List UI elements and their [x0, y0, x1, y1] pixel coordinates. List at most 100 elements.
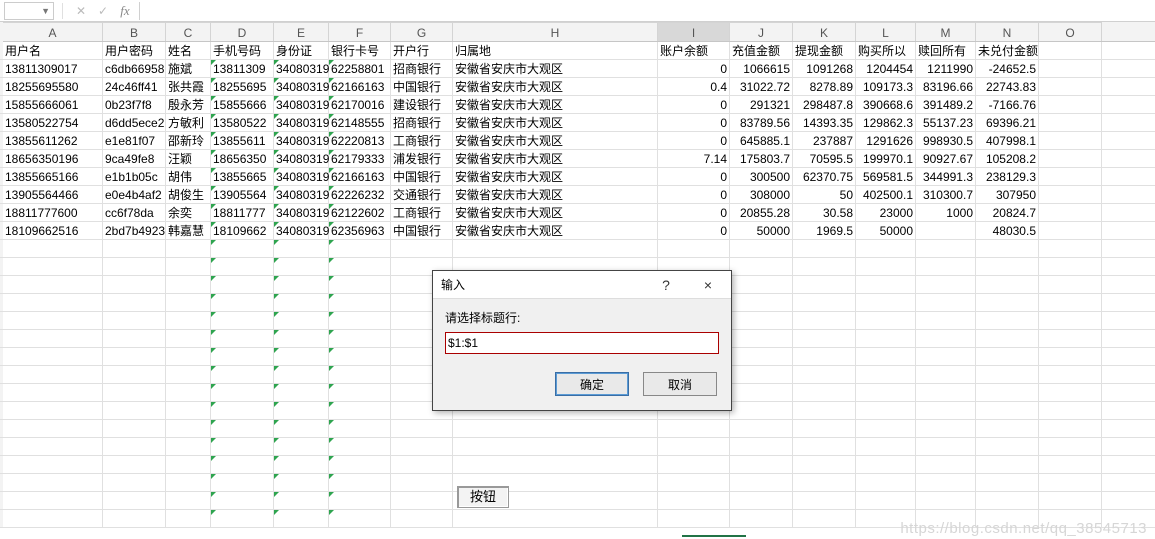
cell-M[interactable] [916, 474, 976, 492]
cell-F[interactable] [329, 366, 391, 384]
cell-I[interactable]: 7.14 [658, 150, 730, 168]
cell-N[interactable] [976, 276, 1039, 294]
cell-N[interactable]: 238129.3 [976, 168, 1039, 186]
cell-N[interactable] [976, 366, 1039, 384]
cell-E[interactable]: 34080319 [274, 204, 329, 222]
cell-I[interactable] [658, 456, 730, 474]
cell-K[interactable] [793, 258, 856, 276]
cell-G[interactable]: 招商银行 [391, 114, 453, 132]
cell-A[interactable] [3, 420, 103, 438]
cell-B[interactable] [103, 420, 166, 438]
cell-C[interactable] [166, 456, 211, 474]
cell-C[interactable]: 施斌 [166, 60, 211, 78]
cell-B[interactable]: 2bd7b4923 [103, 222, 166, 240]
cell-J[interactable] [730, 276, 793, 294]
cell-M[interactable] [916, 258, 976, 276]
header-cell-K[interactable]: 提现金额 [793, 42, 856, 60]
cell-A[interactable] [3, 474, 103, 492]
column-header-D[interactable]: D [211, 22, 274, 41]
cell-L[interactable] [856, 510, 916, 528]
cell-O[interactable] [1039, 312, 1102, 330]
header-cell-E[interactable]: 身份证 [274, 42, 329, 60]
cell-M[interactable] [916, 420, 976, 438]
cell-I[interactable]: 0 [658, 60, 730, 78]
cell-O[interactable] [1039, 348, 1102, 366]
cell-F[interactable] [329, 420, 391, 438]
cell-O[interactable] [1039, 132, 1102, 150]
cell-A[interactable] [3, 402, 103, 420]
cell-O[interactable] [1039, 492, 1102, 510]
cell-L[interactable]: 109173.3 [856, 78, 916, 96]
cell-J[interactable]: 291321 [730, 96, 793, 114]
cell-K[interactable] [793, 402, 856, 420]
cell-E[interactable] [274, 492, 329, 510]
cell-A[interactable]: 18656350196 [3, 150, 103, 168]
cell-A[interactable] [3, 294, 103, 312]
cell-O[interactable] [1039, 366, 1102, 384]
cell-O[interactable] [1039, 222, 1102, 240]
cell-E[interactable] [274, 312, 329, 330]
cell-B[interactable]: e1e81f07 [103, 132, 166, 150]
cell-O[interactable] [1039, 240, 1102, 258]
cell-O[interactable] [1039, 420, 1102, 438]
cell-M[interactable]: 90927.67 [916, 150, 976, 168]
cell-N[interactable] [976, 240, 1039, 258]
cell-H[interactable]: 安徽省安庆市大观区 [453, 60, 658, 78]
cancel-button[interactable]: 取消 [643, 372, 717, 396]
cell-L[interactable] [856, 348, 916, 366]
cell-L[interactable]: 129862.3 [856, 114, 916, 132]
help-icon[interactable]: ? [645, 272, 687, 298]
cell-B[interactable] [103, 384, 166, 402]
column-header-F[interactable]: F [329, 22, 391, 41]
cell-A[interactable] [3, 240, 103, 258]
cell-D[interactable] [211, 402, 274, 420]
cell-L[interactable] [856, 384, 916, 402]
cell-N[interactable] [976, 510, 1039, 528]
cell-F[interactable] [329, 492, 391, 510]
column-header-A[interactable]: A [3, 22, 103, 41]
cell-C[interactable] [166, 348, 211, 366]
cell-M[interactable] [916, 330, 976, 348]
cell-D[interactable] [211, 312, 274, 330]
column-header-I[interactable]: I [658, 22, 730, 41]
cell-E[interactable]: 34080319 [274, 150, 329, 168]
cell-L[interactable] [856, 294, 916, 312]
cell-N[interactable] [976, 420, 1039, 438]
cell-L[interactable]: 1291626 [856, 132, 916, 150]
cell-M[interactable] [916, 294, 976, 312]
cell-D[interactable] [211, 510, 274, 528]
cell-L[interactable] [856, 258, 916, 276]
cell-M[interactable]: 83196.66 [916, 78, 976, 96]
cell-K[interactable] [793, 492, 856, 510]
header-cell-G[interactable]: 开户行 [391, 42, 453, 60]
cell-D[interactable] [211, 438, 274, 456]
cell-O[interactable] [1039, 258, 1102, 276]
cell-K[interactable]: 50 [793, 186, 856, 204]
cell-J[interactable] [730, 420, 793, 438]
cell-D[interactable]: 13811309 [211, 60, 274, 78]
cell-F[interactable]: 62148555 [329, 114, 391, 132]
cell-K[interactable] [793, 366, 856, 384]
cell-O[interactable] [1039, 474, 1102, 492]
fx-icon[interactable]: fx [117, 3, 133, 19]
cell-B[interactable]: cc6f78da [103, 204, 166, 222]
header-cell-L[interactable]: 购买所以 [856, 42, 916, 60]
cell-J[interactable] [730, 330, 793, 348]
cell-C[interactable] [166, 258, 211, 276]
cell-B[interactable] [103, 240, 166, 258]
cell-K[interactable] [793, 384, 856, 402]
cell-E[interactable]: 34080319 [274, 222, 329, 240]
cell-F[interactable]: 62220813 [329, 132, 391, 150]
cell-D[interactable] [211, 258, 274, 276]
header-cell-A[interactable]: 用户名 [3, 42, 103, 60]
cell-I[interactable] [658, 492, 730, 510]
cell-A[interactable]: 18255695580 [3, 78, 103, 96]
cell-H[interactable]: 安徽省安庆市大观区 [453, 222, 658, 240]
cell-G[interactable]: 工商银行 [391, 204, 453, 222]
cell-I[interactable]: 0 [658, 204, 730, 222]
cell-M[interactable]: 1000 [916, 204, 976, 222]
cell-E[interactable] [274, 348, 329, 366]
cell-A[interactable] [3, 438, 103, 456]
cell-G[interactable]: 中国银行 [391, 78, 453, 96]
column-header-G[interactable]: G [391, 22, 453, 41]
